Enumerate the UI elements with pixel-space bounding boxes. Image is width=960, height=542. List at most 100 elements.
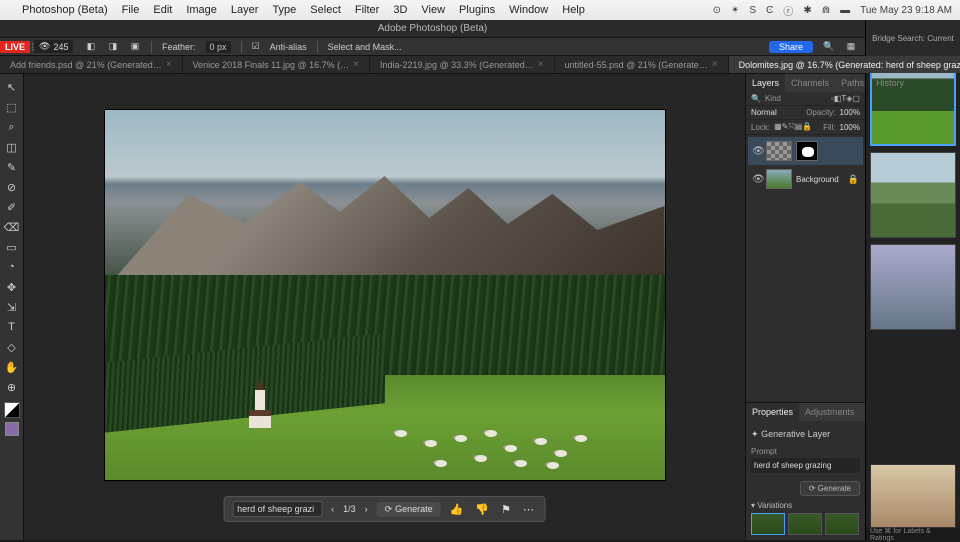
dodge-tool[interactable]: ◔: [3, 258, 21, 276]
layer-thumbnail[interactable]: [766, 141, 792, 161]
menu-help[interactable]: Help: [562, 4, 585, 16]
battery-icon[interactable]: ▬: [840, 5, 850, 16]
menu-view[interactable]: View: [421, 4, 445, 16]
wifi-icon[interactable]: ⋒: [822, 5, 830, 16]
layer-thumbnail[interactable]: [766, 169, 792, 189]
layer-mask[interactable]: [796, 141, 818, 161]
frame-tool[interactable]: ◫: [3, 138, 21, 156]
menu-edit[interactable]: Edit: [153, 4, 172, 16]
document-tabs: Add friends.psd @ 21% (Generated…× Venic…: [0, 56, 865, 74]
status-icon[interactable]: Ͼ: [766, 5, 773, 16]
path-tool[interactable]: ⇲: [3, 298, 21, 316]
select-and-mask-button[interactable]: Select and Mask...: [328, 42, 402, 52]
document-canvas[interactable]: [105, 110, 665, 480]
tab-channels[interactable]: Channels: [785, 74, 835, 92]
variations-label[interactable]: Variations: [757, 501, 792, 510]
visibility-icon[interactable]: 👁: [752, 146, 762, 157]
eraser-tool[interactable]: ⌫: [3, 218, 21, 236]
close-icon[interactable]: ×: [712, 59, 718, 70]
layer-name[interactable]: Background: [796, 175, 839, 184]
feather-value[interactable]: 0 px: [206, 41, 231, 53]
color-swatch[interactable]: [4, 402, 20, 418]
variation-thumbnail[interactable]: [788, 513, 822, 535]
filter-icons[interactable]: ▫◧T◈▢: [831, 94, 860, 103]
kind-filter[interactable]: Kind: [765, 94, 781, 103]
brush-tool[interactable]: ✐: [3, 198, 21, 216]
search-icon[interactable]: 🔍: [823, 41, 835, 53]
menu-type[interactable]: Type: [272, 4, 296, 16]
lasso-tool[interactable]: ⌕: [3, 118, 21, 136]
eyedropper-tool[interactable]: ✎: [3, 158, 21, 176]
close-icon[interactable]: ×: [538, 59, 544, 70]
document-tab[interactable]: Add friends.psd @ 21% (Generated…×: [0, 56, 183, 73]
tab-adjustments[interactable]: Adjustments: [799, 403, 861, 421]
variation-thumbnail[interactable]: [751, 513, 785, 535]
menu-image[interactable]: Image: [186, 4, 217, 16]
status-icon[interactable]: ✱: [803, 5, 811, 16]
tab-properties[interactable]: Properties: [746, 403, 799, 421]
tab-layers[interactable]: Layers: [746, 74, 785, 92]
opacity-value[interactable]: 100%: [840, 108, 860, 117]
variation-thumbnail[interactable]: [825, 513, 859, 535]
clock[interactable]: Tue May 23 9:18 AM: [860, 5, 952, 16]
lock-icon[interactable]: 🔒: [848, 174, 859, 185]
menu-plugins[interactable]: Plugins: [459, 4, 495, 16]
subtract-selection-icon[interactable]: ◨: [107, 41, 119, 53]
thumbs-up-icon[interactable]: 👍: [447, 503, 467, 516]
menu-filter[interactable]: Filter: [355, 4, 379, 16]
zoom-tool[interactable]: ⊕: [3, 378, 21, 396]
shape-tool[interactable]: ◇: [3, 338, 21, 356]
flag-icon[interactable]: ⚑: [498, 503, 514, 516]
next-variation-icon[interactable]: ›: [362, 504, 371, 514]
document-tab[interactable]: India-2219.jpg @ 33.3% (Generated…×: [370, 56, 555, 73]
bridge-thumbnail[interactable]: [870, 244, 956, 330]
share-button[interactable]: Share: [769, 41, 813, 53]
foreground-color[interactable]: [5, 422, 19, 436]
blend-mode[interactable]: Normal: [751, 108, 777, 117]
pen-tool[interactable]: ✥: [3, 278, 21, 296]
antialias-checkbox[interactable]: ☑: [252, 41, 260, 52]
healing-tool[interactable]: ⊘: [3, 178, 21, 196]
tab-history[interactable]: History: [870, 74, 910, 92]
status-icon[interactable]: ✴: [731, 5, 739, 16]
intersect-selection-icon[interactable]: ▣: [129, 41, 141, 53]
layer-row-generative[interactable]: 👁: [748, 137, 863, 165]
document-tab-active[interactable]: Dolomites.jpg @ 16.7% (Generated: herd o…: [729, 56, 960, 73]
menu-window[interactable]: Window: [509, 4, 548, 16]
status-icon[interactable]: S: [749, 5, 756, 16]
generate-button[interactable]: ⟳ Generate: [377, 502, 441, 517]
status-icon[interactable]: ⓡ: [783, 3, 793, 18]
more-icon[interactable]: ⋯: [520, 503, 537, 516]
menu-layer[interactable]: Layer: [231, 4, 259, 16]
close-icon[interactable]: ×: [166, 59, 172, 70]
add-selection-icon[interactable]: ◧: [85, 41, 97, 53]
thumbs-down-icon[interactable]: 👎: [472, 503, 492, 516]
marquee-tool[interactable]: ⬚: [3, 98, 21, 116]
sparkle-icon: ✦: [751, 429, 759, 439]
move-tool[interactable]: ↖: [3, 78, 21, 96]
prev-variation-icon[interactable]: ‹: [328, 504, 337, 514]
app-name[interactable]: Photoshop (Beta): [22, 4, 108, 16]
type-tool[interactable]: T: [3, 318, 21, 336]
menu-3d[interactable]: 3D: [393, 4, 407, 16]
properties-generate-button[interactable]: ⟳ Generate: [800, 481, 860, 496]
fill-value[interactable]: 100%: [840, 123, 860, 132]
prompt-text[interactable]: herd of sheep grazing: [751, 458, 860, 473]
menu-file[interactable]: File: [122, 4, 140, 16]
tab-paths[interactable]: Paths: [835, 74, 870, 92]
bridge-thumbnail[interactable]: [870, 152, 956, 238]
layer-row-background[interactable]: 👁 Background 🔒: [748, 165, 863, 193]
lock-icons[interactable]: ▦✎⤧▤🔒: [774, 122, 812, 132]
search-icon[interactable]: 🔍: [751, 94, 761, 103]
hand-tool[interactable]: ✋: [3, 358, 21, 376]
bridge-footer-hint: Use ⌘ for Labels & Ratings: [870, 527, 956, 542]
status-icon[interactable]: ⊙: [713, 5, 721, 16]
visibility-icon[interactable]: 👁: [752, 174, 762, 185]
gradient-tool[interactable]: ▭: [3, 238, 21, 256]
close-icon[interactable]: ×: [353, 59, 359, 70]
document-tab[interactable]: Venice 2018 Finals 11.jpg @ 16.7% (…×: [183, 56, 370, 73]
workspace-icon[interactable]: ▦: [845, 41, 857, 53]
genfill-prompt-input[interactable]: [232, 501, 322, 517]
document-tab[interactable]: untitled-55.psd @ 21% (Generate…×: [555, 56, 729, 73]
menu-select[interactable]: Select: [310, 4, 341, 16]
